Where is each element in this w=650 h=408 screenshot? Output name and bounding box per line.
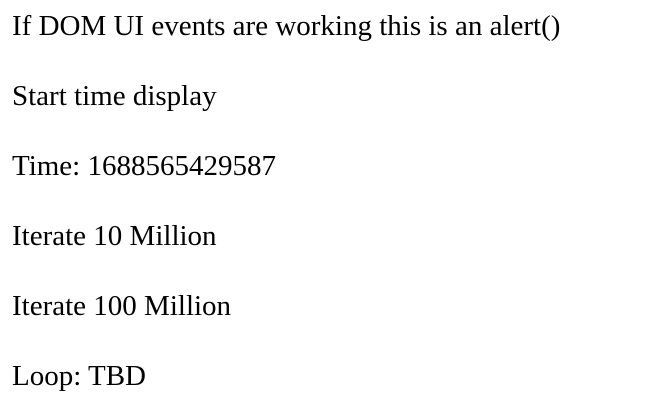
time-value: 1688565429587 <box>87 150 277 182</box>
page-content: If DOM UI events are working this is an … <box>0 0 650 408</box>
time-label: Time: <box>12 150 88 182</box>
alert-trigger-text[interactable]: If DOM UI events are working this is an … <box>12 9 560 43</box>
iterate-10-million-trigger[interactable]: Iterate 10 Million <box>12 219 217 253</box>
time-readout: Time: 1688565429587 <box>12 149 276 183</box>
loop-label: Loop: <box>12 360 88 392</box>
iterate-100-million-trigger[interactable]: Iterate 100 Million <box>12 289 231 323</box>
start-time-display-trigger[interactable]: Start time display <box>12 79 217 113</box>
loop-value: TBD <box>88 360 146 392</box>
loop-readout: Loop: TBD <box>12 359 146 393</box>
